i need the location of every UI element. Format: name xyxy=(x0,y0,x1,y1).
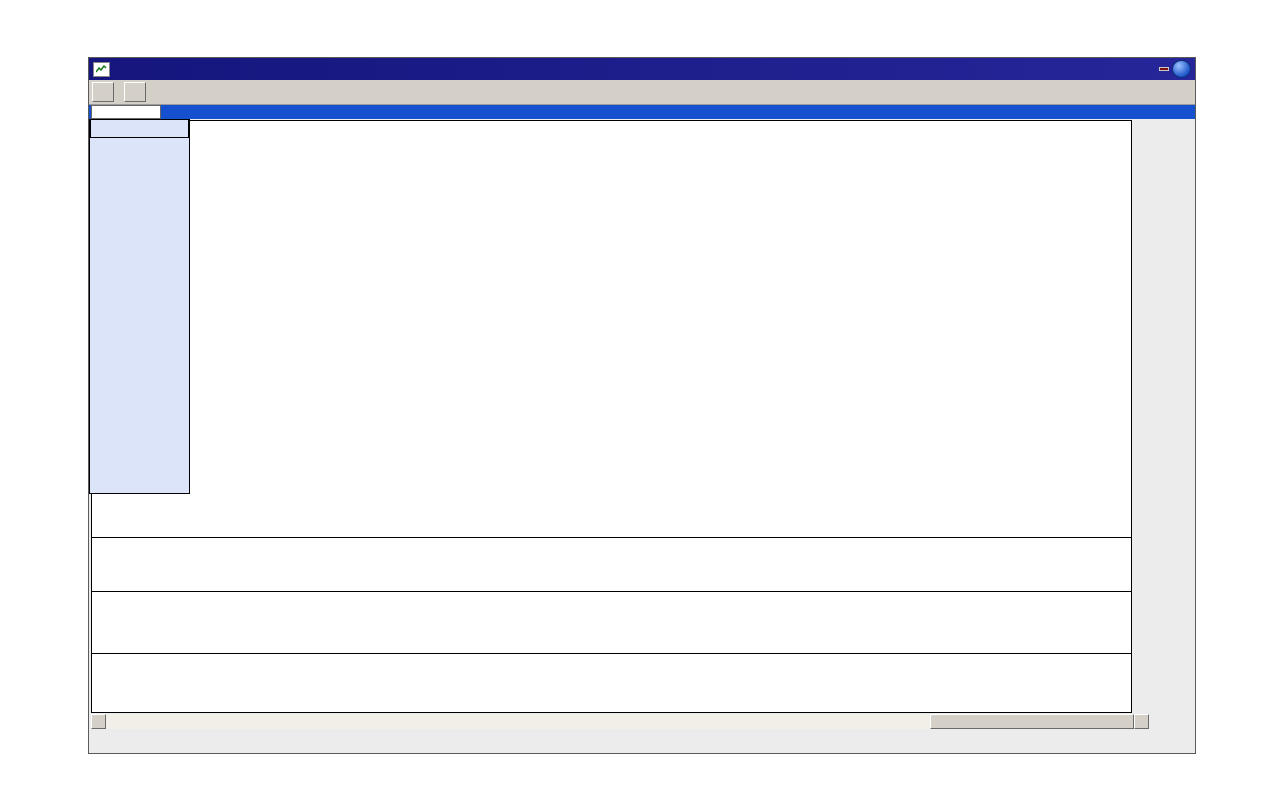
scroll-left-button[interactable] xyxy=(91,714,106,729)
scroll-thumb[interactable] xyxy=(930,714,1134,729)
plot-frame xyxy=(91,120,1132,713)
rci-panel-canvas[interactable] xyxy=(92,592,1131,653)
chart-type-dropdown[interactable] xyxy=(92,82,114,102)
app-icon xyxy=(93,61,110,77)
main-chart-canvas[interactable] xyxy=(92,121,1131,537)
volume-panel-canvas[interactable] xyxy=(92,654,1131,712)
screen xyxy=(0,0,1280,811)
toolbar xyxy=(89,80,1195,105)
close-icon[interactable] xyxy=(1172,60,1191,78)
title-bar[interactable] xyxy=(89,58,1195,80)
chart-window xyxy=(88,57,1196,754)
quote-info-panel xyxy=(89,119,190,494)
link-button[interactable] xyxy=(1159,67,1169,71)
quote-date xyxy=(90,120,189,138)
scroll-right-button[interactable] xyxy=(1134,714,1149,729)
timeframe-dropdown[interactable] xyxy=(124,82,146,102)
code-input[interactable] xyxy=(91,105,161,119)
instrument-bar xyxy=(89,105,1195,119)
macd-panel-canvas[interactable] xyxy=(92,538,1131,591)
horizontal-scrollbar[interactable] xyxy=(91,714,1149,729)
